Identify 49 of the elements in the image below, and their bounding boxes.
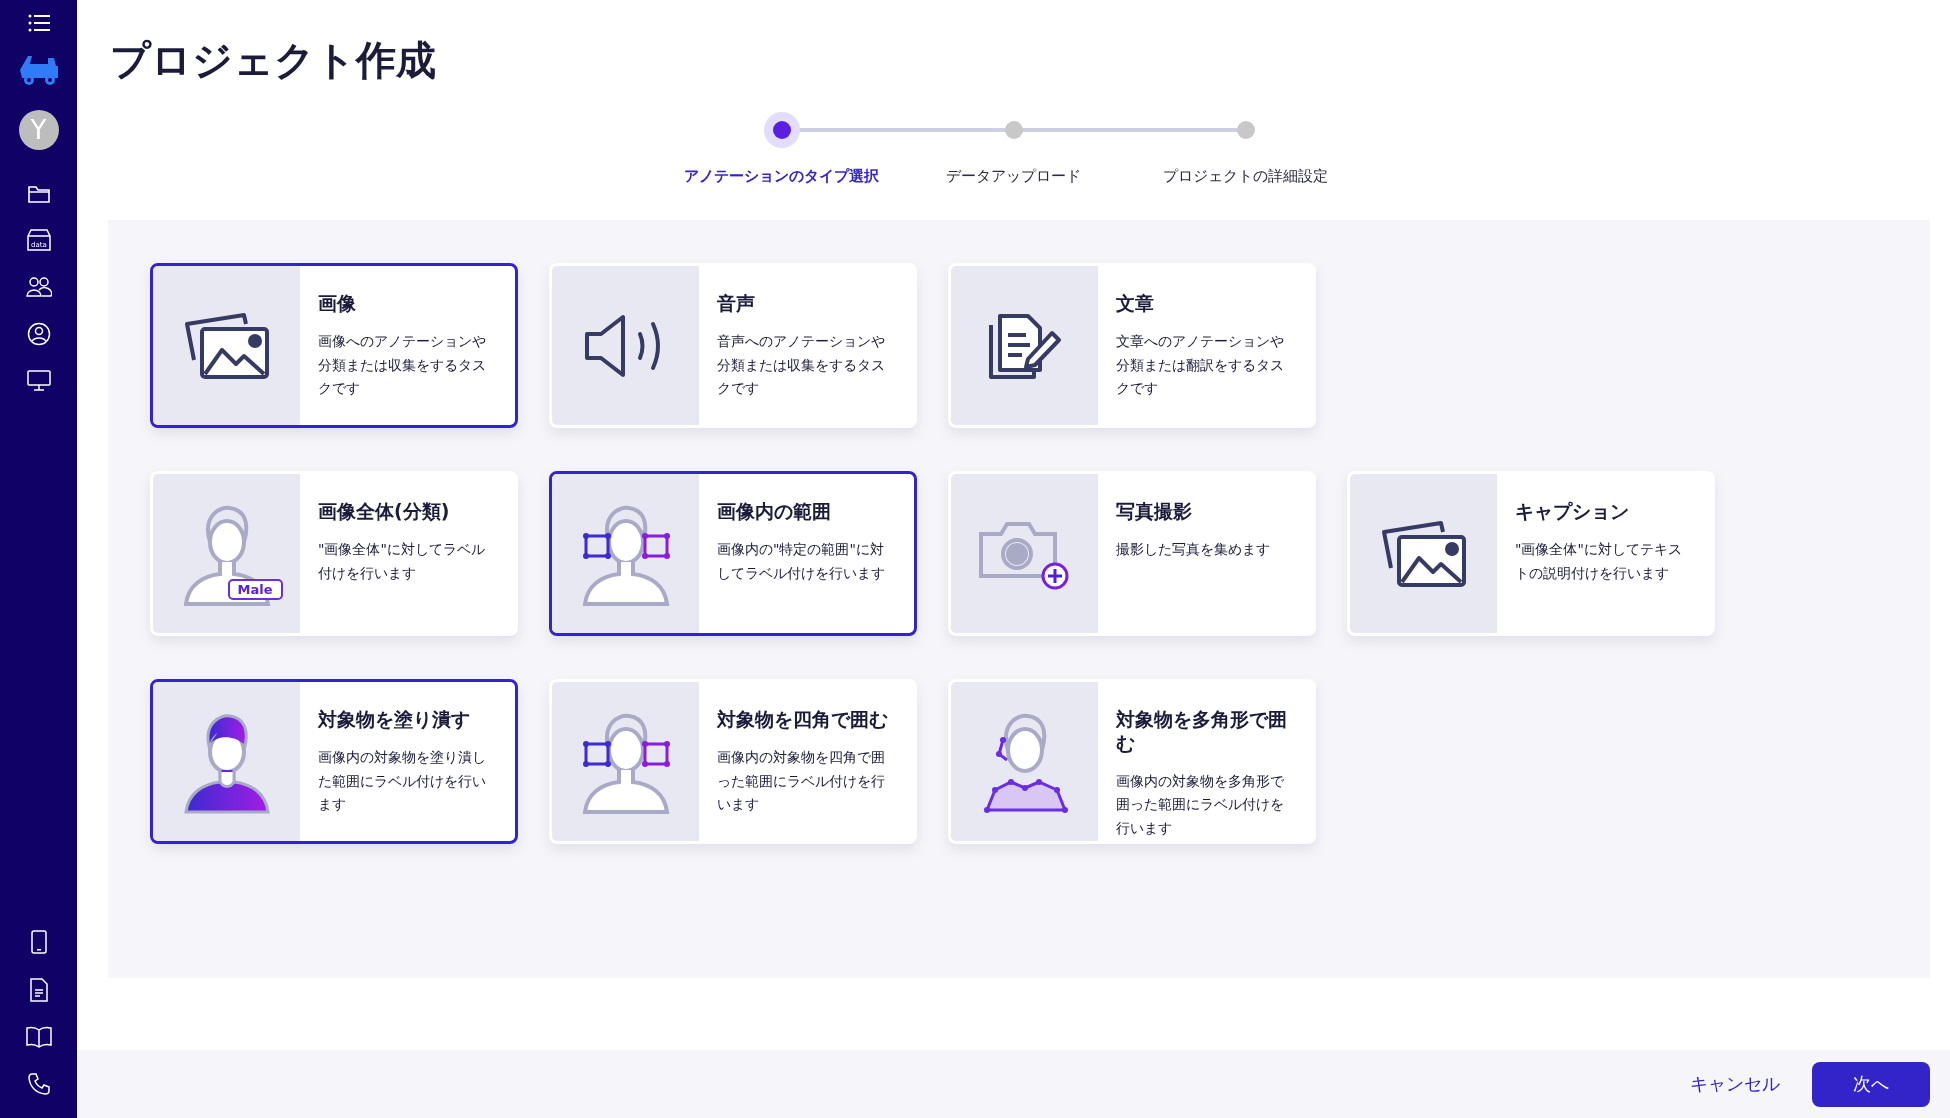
document-icon[interactable] [28, 978, 49, 1002]
images-icon [183, 311, 270, 380]
annotation-type-card[interactable]: 写真撮影 撮影した写真を集めます [948, 471, 1316, 636]
card-description: 画像内の対象物を多角形で囲った範囲にラベル付けを行います [1116, 771, 1285, 839]
card-title: 音声 [717, 292, 756, 316]
card-title: 写真撮影 [1116, 500, 1193, 524]
annotation-type-card[interactable]: 文章 文章へのアノテーションや分類または翻訳をするタスクです [948, 263, 1316, 428]
annotation-type-card[interactable]: 画像 画像へのアノテーションや分類または収集をするタスクです [150, 263, 518, 428]
label-tag: Male [227, 578, 283, 600]
annotation-type-card[interactable]: 対象物を四角で囲む 画像内の対象物を四角で囲った範囲にラベル付けを行います [549, 679, 917, 844]
cancel-button[interactable]: キャンセル [1684, 1071, 1786, 1097]
annotation-type-card[interactable]: キャプション "画像全体"に対してテキストの説明付けを行います [1347, 471, 1715, 636]
phone-icon[interactable] [26, 1072, 51, 1096]
card-title: 文章 [1116, 292, 1155, 316]
card-description: 文章へのアノテーションや分類または翻訳をするタスクです [1116, 331, 1285, 399]
next-button[interactable]: 次へ [1812, 1061, 1930, 1107]
card-title: 画像 [318, 292, 357, 316]
card-description: 画像内の対象物を四角で囲った範囲にラベル付けを行います [717, 747, 886, 815]
menu-icon[interactable] [27, 14, 50, 32]
annotation-type-card[interactable]: 画像内の範囲 画像内の"特定の範囲"に対してラベル付けを行います [549, 471, 917, 636]
step-label[interactable]: プロジェクトの詳細設定 [1163, 167, 1328, 186]
card-description: "画像全体"に対してラベル付けを行います [318, 539, 486, 583]
card-title: 対象物を塗り潰す [318, 708, 471, 732]
card-description: "画像全体"に対してテキストの説明付けを行います [1515, 539, 1683, 583]
page-title: プロジェクト作成 [110, 36, 437, 84]
card-description: 画像へのアノテーションや分類または収集をするタスクです [318, 331, 487, 399]
card-title: キャプション [1515, 500, 1630, 524]
card-description: 撮影した写真を集めます [1116, 539, 1270, 559]
document-pencil-icon [987, 312, 1062, 379]
folder-icon[interactable] [26, 184, 51, 204]
images-icon [1380, 519, 1467, 588]
card-title: 対象物を多角形で囲む [1116, 708, 1288, 756]
annotation-type-card[interactable]: 対象物を多角形で囲む 画像内の対象物を多角形で囲った範囲にラベル付けを行います [948, 679, 1316, 844]
step-label[interactable]: データアップロード [946, 167, 1081, 186]
card-description: 画像内の対象物を塗り潰した範囲にラベル付けを行います [318, 747, 487, 815]
annotation-type-card[interactable]: 音声 音声へのアノテーションや分類または収集をするタスクです [549, 263, 917, 428]
users-icon[interactable] [25, 276, 52, 298]
monitor-icon[interactable] [26, 370, 51, 392]
card-description: 画像内の"特定の範囲"に対してラベル付けを行います [717, 539, 886, 583]
phone-device-icon[interactable] [29, 930, 48, 954]
book-icon[interactable] [25, 1026, 52, 1048]
card-title: 画像内の範囲 [717, 500, 832, 524]
annotation-type-card[interactable]: 対象物を塗り潰す 画像内の対象物を塗り潰した範囲にラベル付けを行います [150, 679, 518, 844]
user-circle-icon[interactable] [26, 322, 51, 346]
step-label[interactable]: アノテーションのタイプ選択 [684, 167, 879, 186]
card-title: 対象物を四角で囲む [717, 708, 889, 732]
card-description: 音声へのアノテーションや分類または収集をするタスクです [717, 331, 886, 399]
card-title: 画像全体(分類) [318, 500, 451, 524]
annotation-type-card[interactable]: Male 画像全体(分類) "画像全体"に対してラベル付けを行います [150, 471, 518, 636]
